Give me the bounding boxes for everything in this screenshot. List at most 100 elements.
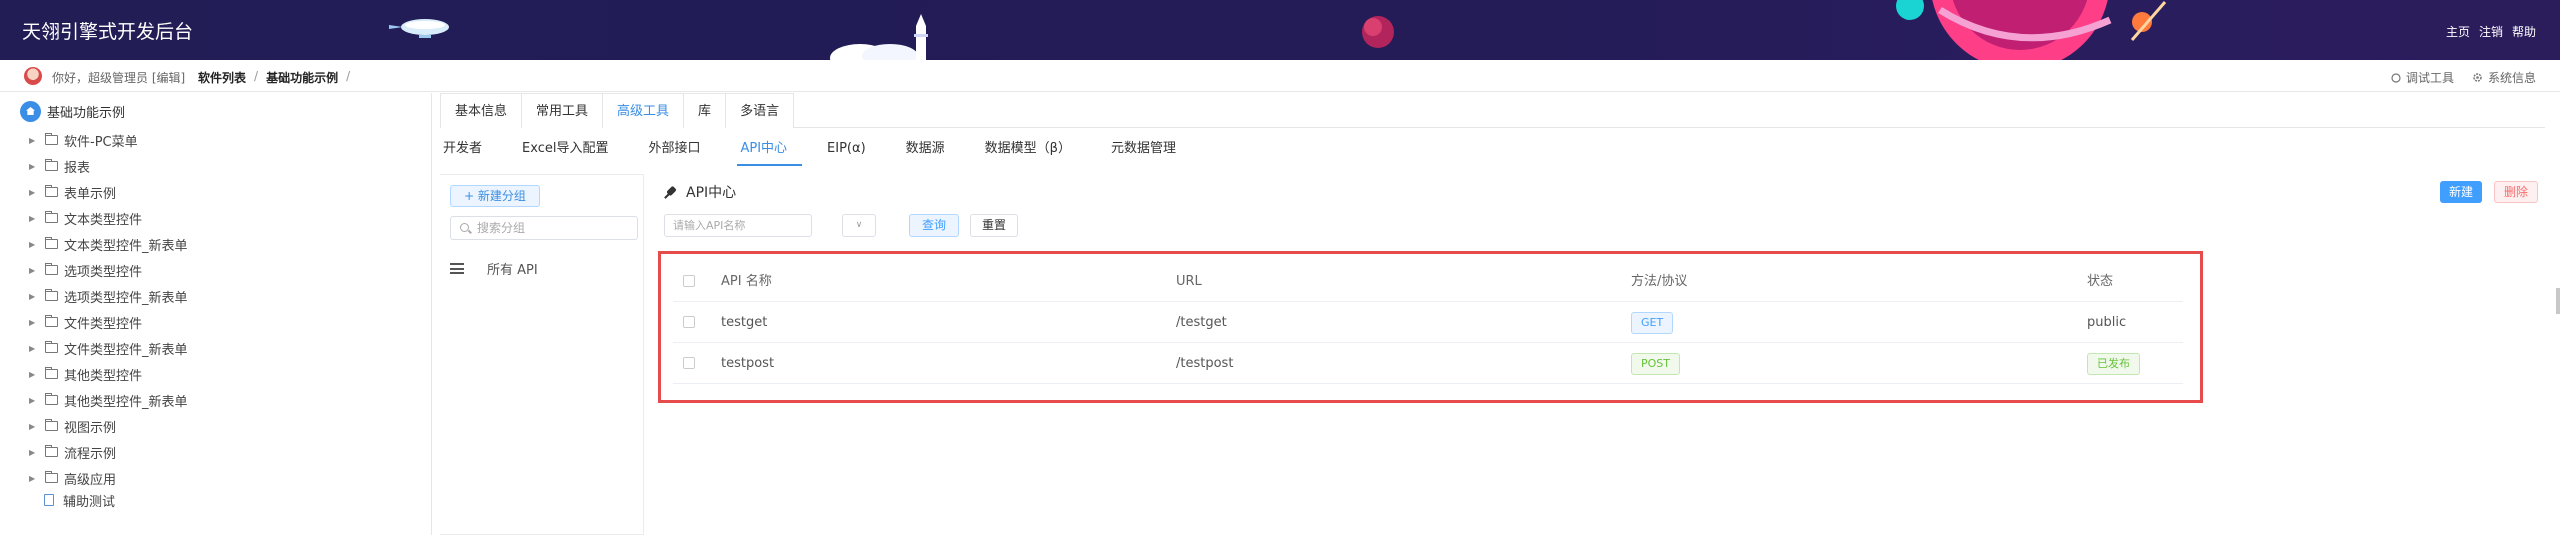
create-button[interactable]: 新建 [2439,181,2482,203]
tree-item[interactable]: ▶ 文件类型控件 [29,313,142,332]
tree-item[interactable]: ▶ 文件类型控件_新表单 [29,339,188,358]
airship-icon [389,19,449,38]
folder-icon [45,445,58,457]
reset-button[interactable]: 重置 [970,214,1019,237]
caret-right-icon[interactable]: ▶ [29,448,37,457]
tab-datasource[interactable]: 数据源 [903,136,960,166]
caret-right-icon[interactable]: ▶ [29,188,37,197]
tree-item-label: 其他类型控件 [64,368,143,384]
folder-icon [45,237,58,249]
caret-right-icon[interactable]: ▶ [29,318,37,327]
delete-button[interactable]: 删除 [2493,181,2538,203]
caret-right-icon[interactable]: ▶ [29,136,37,145]
tree-item[interactable]: ▶ 其他类型控件_新表单 [29,391,188,410]
tree-item-helper-test[interactable]: 辅助测试 [29,491,115,510]
caret-right-icon[interactable]: ▶ [29,370,37,379]
folder-icon [45,185,58,197]
tree-item[interactable]: ▶ 高级应用 [29,469,116,488]
tree-item[interactable]: ▶ 选项类型控件 [29,261,142,280]
debug-tool-button[interactable]: 调试工具 [2391,69,2454,86]
folder-icon [45,471,58,483]
caret-right-icon[interactable]: ▶ [29,344,37,353]
tab-library[interactable]: 库 [683,93,727,128]
nav-help-link[interactable]: 帮助 [2512,23,2536,40]
tree-item[interactable]: ▶ 其他类型控件 [29,365,143,384]
lighthouse-icon [830,14,928,60]
tree-item-label: 文件类型控件_新表单 [64,342,188,358]
api-name-input[interactable]: 请输入API名称 [664,214,812,237]
gear-icon [2473,73,2482,82]
tab-multilanguage[interactable]: 多语言 [725,93,795,128]
method-tag: GET [1631,311,1674,334]
group-search-input[interactable]: 搜索分组 [450,216,638,240]
caret-right-icon[interactable]: ▶ [29,422,37,431]
avatar[interactable] [24,67,42,85]
api-status: public [2087,315,2127,330]
panel-title-text: API中心 [686,185,737,201]
scrollbar-handle[interactable] [2556,288,2560,314]
folder-icon [45,211,58,223]
tab-eip[interactable]: EIP(α) [824,136,881,166]
filter-select[interactable]: ∨ [842,214,876,237]
api-name[interactable]: testget [721,302,767,343]
breadcrumb-basic-examples[interactable]: 基础功能示例 [266,69,338,86]
system-info-button[interactable]: 系统信息 [2472,69,2536,86]
folder-icon [45,263,58,275]
tab-api-center[interactable]: API中心 [737,136,803,166]
header-nav: 主页 注销 帮助 [2446,23,2536,40]
secondary-tabs: 开发者 Excel导入配置 外部接口 API中心 EIP(α) 数据源 数据模型… [440,136,1213,166]
group-item-all-api[interactable]: 所有 API [450,259,538,278]
caret-right-icon[interactable]: ▶ [29,266,37,275]
caret-right-icon[interactable]: ▶ [29,396,37,405]
caret-right-icon[interactable]: ▶ [29,474,37,483]
select-all-checkbox[interactable] [683,275,695,287]
table-row[interactable]: testpost /testpost POST 已发布 [673,343,2183,384]
caret-right-icon[interactable]: ▶ [29,162,37,171]
tree-item-label: 文本类型控件_新表单 [64,238,188,254]
galaxy-decoration [1896,0,2167,60]
breadcrumb-software-list[interactable]: 软件列表 [198,69,246,86]
debug-tool-label: 调试工具 [2405,71,2454,85]
user-greeting[interactable]: 你好，超级管理员 [编辑] [52,69,185,86]
row-checkbox[interactable] [683,357,695,369]
plug-icon [664,185,678,199]
table-row[interactable]: testget /testget GET public [673,302,2183,343]
folder-icon [45,159,58,171]
row-checkbox[interactable] [683,316,695,328]
tab-common-tools[interactable]: 常用工具 [521,93,604,128]
tab-metadata[interactable]: 元数据管理 [1108,136,1191,166]
tree-item[interactable]: ▶ 选项类型控件_新表单 [29,287,188,306]
folder-icon [45,289,58,301]
api-name[interactable]: testpost [721,343,774,384]
caret-right-icon[interactable]: ▶ [29,214,37,223]
tab-data-model[interactable]: 数据模型（β） [982,136,1086,166]
breadcrumb-separator: / [346,69,351,83]
tab-external-interface[interactable]: 外部接口 [645,136,715,166]
tab-basic-info[interactable]: 基本信息 [440,93,523,128]
tree-item[interactable]: ▶ 文本类型控件 [29,209,143,228]
tree-item[interactable]: ▶ 报表 [29,157,91,176]
tree-item[interactable]: ▶ 流程示例 [29,443,116,462]
tool-links: 调试工具 系统信息 [2391,69,2536,86]
folder-icon [45,393,58,405]
new-group-button[interactable]: + 新建分组 [450,185,540,207]
caret-right-icon[interactable]: ▶ [29,240,37,249]
tab-developer[interactable]: 开发者 [440,136,497,166]
tree-item-label: 报表 [64,160,91,176]
group-search-placeholder: 搜索分组 [477,221,526,235]
breadcrumb: 软件列表 / 基础功能示例 / [198,69,350,86]
column-header-url: URL [1176,274,1202,289]
tree-item[interactable]: ▶ 视图示例 [29,417,116,436]
status-cell: 已发布 [2087,343,2140,384]
query-button[interactable]: 查询 [909,214,960,237]
tab-excel-import[interactable]: Excel导入配置 [519,136,623,166]
tree-item[interactable]: ▶ 文本类型控件_新表单 [29,235,188,254]
nav-logout-link[interactable]: 注销 [2479,23,2503,40]
tree-root[interactable]: 基础功能示例 [20,101,125,122]
tree-item-label: 文本类型控件 [64,212,143,228]
caret-right-icon[interactable]: ▶ [29,292,37,301]
tree-item[interactable]: ▶ 表单示例 [29,183,116,202]
tree-item[interactable]: ▶ 软件-PC菜单 [29,131,138,150]
tab-advanced-tools[interactable]: 高级工具 [602,93,685,128]
nav-home-link[interactable]: 主页 [2446,23,2470,40]
